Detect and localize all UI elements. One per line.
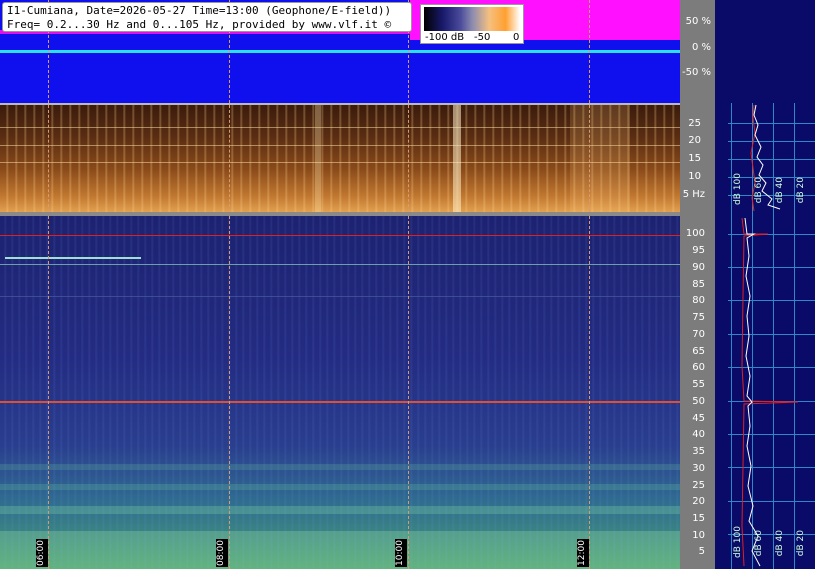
axis-tick: 5 Hz bbox=[682, 189, 705, 200]
time-label: 12:00 bbox=[577, 539, 589, 567]
geophone-spectrogram bbox=[0, 105, 680, 212]
panel-gutter bbox=[715, 216, 728, 569]
axis-tick: 85 bbox=[692, 279, 705, 290]
axis-tick: 40 bbox=[692, 429, 705, 440]
frequency-info-line: Freq= 0.2...30 Hz and 0...105 Hz, provid… bbox=[7, 18, 392, 31]
vlf-frequency-axis: 100 95 90 85 80 75 70 65 60 55 50 45 40 … bbox=[680, 216, 715, 569]
time-marker bbox=[589, 105, 590, 212]
axis-tick: 70 bbox=[692, 329, 705, 340]
cyan-signal-trace bbox=[0, 50, 680, 53]
time-marker bbox=[229, 105, 230, 212]
axis-tick: 90 bbox=[692, 262, 705, 273]
station-info-line: I1-Cumiana, Date=2026-05-27 Time=13:00 (… bbox=[7, 4, 392, 17]
time-marker bbox=[408, 216, 409, 569]
geophone-spectrum-panel: dB 100 dB 60 dB 40 dB 20 bbox=[728, 103, 815, 216]
time-label: 10:00 bbox=[395, 539, 407, 567]
axis-tick: 15 bbox=[692, 513, 705, 524]
vlf-spectrum-panel: dB 100 dB 60 dB 40 dB 20 bbox=[728, 216, 815, 569]
axis-tick: -50 % bbox=[681, 67, 711, 78]
time-marker bbox=[589, 0, 590, 103]
axis-tick: 95 bbox=[692, 245, 705, 256]
axis-tick: 20 bbox=[688, 135, 701, 146]
db-label: dB 60 bbox=[754, 177, 764, 204]
signal-line bbox=[0, 264, 680, 265]
axis-tick: 25 bbox=[688, 118, 701, 129]
panel-gutter bbox=[715, 103, 728, 216]
scale-label-mid: -50 bbox=[474, 32, 491, 43]
db-label: dB 20 bbox=[796, 177, 806, 204]
axis-tick: 15 bbox=[688, 153, 701, 164]
time-marker bbox=[229, 216, 230, 569]
color-scale-legend: -100 dB -50 0 bbox=[420, 4, 524, 44]
db-label: dB 100 bbox=[733, 173, 743, 205]
vlf-spectrogram: 06:00 08:00 10:00 12:00 bbox=[0, 216, 680, 569]
db-label: dB 60 bbox=[754, 530, 764, 557]
color-scale-gradient bbox=[424, 7, 520, 31]
time-label: 08:00 bbox=[216, 539, 228, 567]
axis-tick: 55 bbox=[692, 379, 705, 390]
scale-label-min: -100 dB bbox=[425, 32, 465, 43]
axis-tick: 100 bbox=[685, 228, 705, 239]
db-label: dB 40 bbox=[775, 177, 785, 204]
axis-tick: 75 bbox=[692, 312, 705, 323]
time-marker bbox=[48, 216, 49, 569]
time-marker bbox=[48, 105, 49, 212]
waveform-side-panel bbox=[715, 0, 815, 103]
db-label: dB 100 bbox=[733, 526, 743, 558]
info-box: I1-Cumiana, Date=2026-05-27 Time=13:00 (… bbox=[2, 2, 412, 32]
axis-tick: 10 bbox=[688, 171, 701, 182]
geophone-frequency-axis: 25 20 15 10 5 Hz bbox=[680, 103, 715, 216]
axis-tick: 35 bbox=[692, 446, 705, 457]
axis-tick: 5 bbox=[698, 546, 705, 557]
red-line-100hz bbox=[0, 235, 680, 236]
db-label: dB 40 bbox=[775, 530, 785, 557]
axis-tick: 30 bbox=[692, 463, 705, 474]
axis-tick: 50 % bbox=[685, 16, 711, 27]
time-label: 06:00 bbox=[36, 539, 48, 567]
vlf-spectrum-trace bbox=[741, 217, 799, 567]
axis-tick: 20 bbox=[692, 496, 705, 507]
waveform-axis: 50 % 0 % -50 % bbox=[680, 0, 715, 103]
axis-tick: 80 bbox=[692, 295, 705, 306]
axis-tick: 25 bbox=[692, 480, 705, 491]
red-line-50hz bbox=[0, 401, 680, 403]
time-marker bbox=[408, 105, 409, 212]
axis-tick: 65 bbox=[692, 346, 705, 357]
time-marker bbox=[589, 216, 590, 569]
axis-tick: 10 bbox=[692, 530, 705, 541]
axis-tick: 45 bbox=[692, 413, 705, 424]
signal-line-segment bbox=[5, 257, 141, 259]
scale-label-max: 0 bbox=[513, 32, 520, 43]
axis-tick: 0 % bbox=[691, 42, 711, 53]
db-label: dB 20 bbox=[796, 530, 806, 557]
axis-tick: 50 bbox=[692, 396, 705, 407]
axis-tick: 60 bbox=[692, 362, 705, 373]
